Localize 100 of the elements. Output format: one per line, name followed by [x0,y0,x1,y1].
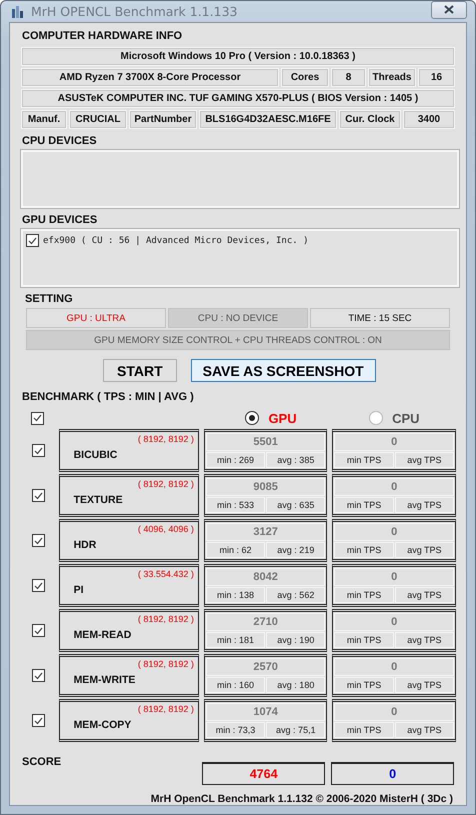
avg-value: avg : 635 [266,497,326,513]
section-title: BENCHMARK ( TPS : MIN | AVG ) [21,390,195,405]
info-label: Cur. Clock [339,110,401,129]
section-title: SETTING [24,292,74,307]
test-name: TEXTURE [72,494,123,506]
score-value: 0 [334,523,454,541]
test-size: ( 8192, 8192 ) [138,659,194,669]
device-label[interactable]: efx900 ( CU : 56 | Advanced Micro Devices, Inc. ) [43,236,309,246]
score-value: 8042 [206,568,326,586]
min-value: min TPS [334,587,394,603]
start-button[interactable]: START [103,359,177,382]
screenshot-button[interactable]: SAVE AS SCREENSHOT [190,359,376,382]
score-value: 0 [334,478,454,496]
test-size: ( 8192, 8192 ) [138,479,194,489]
checkbox[interactable] [26,234,39,247]
min-value: min : 62 [206,542,266,558]
close-icon [444,5,454,14]
test-name: BICUBIC [72,448,118,460]
min-value: min TPS [334,722,394,738]
radio-label[interactable]: CPU [392,410,420,426]
avg-value: avg TPS [394,632,454,648]
checkbox[interactable] [32,534,45,547]
avg-value: avg TPS [394,497,454,513]
avg-value: avg : 75,1 [266,722,326,738]
app-icon [11,4,25,18]
score-value: 0 [334,433,454,451]
checkbox[interactable] [32,669,45,682]
setting-cell: CPU : NO DEVICE [168,308,308,328]
test-size: ( 4096, 4096 ) [138,524,194,534]
test-name: MEM-READ [72,628,132,640]
test-size: ( 8192, 8192 ) [138,614,194,624]
min-value: min TPS [334,497,394,513]
score-value: 0 [334,658,454,676]
checkbox[interactable] [32,714,45,727]
avg-value: avg TPS [394,677,454,693]
info-label: Cores [281,68,329,87]
min-value: min TPS [334,542,394,558]
footer-text: MrH OpenCL Benchmark 1.1.132 © 2006-2020 MisterH ( 3Dc ) [150,792,454,805]
checkbox[interactable] [32,489,45,502]
score-value: 3127 [206,523,326,541]
section-title: SCORE [21,755,62,768]
min-value: min TPS [334,452,394,468]
info-label: PartNumber [129,110,197,129]
info-value: CRUCIAL [69,110,127,129]
avg-value: avg TPS [394,587,454,603]
info-value: BLS16G4D32AESC.M16FE [199,110,337,129]
section-title: CPU DEVICES [21,134,98,149]
min-value: min : 160 [206,677,266,693]
gpu-score: 4764 [202,762,326,785]
info-value: 8 [331,68,366,87]
cpu-score: 0 [331,762,454,785]
score-value: 0 [334,568,454,586]
min-value: min TPS [334,632,394,648]
processor-name: AMD Ryzen 7 3700X 8-Core Processor [21,68,279,87]
avg-value: avg : 562 [266,587,326,603]
radio-button[interactable] [245,411,260,425]
min-value: min TPS [334,677,394,693]
min-value: min : 269 [206,452,266,468]
checkbox[interactable] [32,579,45,592]
os-info: Microsoft Windows 10 Pro ( Version : 10.0.18363 ) [21,47,455,66]
motherboard-info: ASUSTeK COMPUTER INC. TUF GAMING X570-PLUS ( BIOS Version : 1405 ) [21,89,455,108]
avg-value: avg TPS [394,452,454,468]
score-value: 1074 [206,703,326,721]
info-label: Manuf. [21,110,67,129]
test-name: MEM-COPY [72,718,132,730]
score-value: 2710 [206,613,326,631]
score-value: 9085 [206,478,326,496]
test-name: MEM-WRITE [72,674,136,686]
avg-value: avg : 180 [266,677,326,693]
checkbox[interactable] [32,444,45,457]
min-value: min : 533 [206,497,266,513]
setting-cell: TIME : 15 SEC [310,308,450,328]
score-value: 0 [334,613,454,631]
avg-value: avg TPS [394,722,454,738]
radio-button[interactable] [369,411,384,425]
avg-value: avg : 219 [266,542,326,558]
min-value: min : 181 [206,632,266,648]
score-value: 2570 [206,658,326,676]
section-title: GPU DEVICES [21,213,98,228]
setting-cell: GPU : ULTRA [26,308,166,328]
score-value: 5501 [206,433,326,451]
close-button[interactable] [431,0,467,18]
avg-value: avg : 190 [266,632,326,648]
window-title: MrH OPENCL Benchmark 1.1.133 [31,4,238,19]
info-label: Threads [368,68,416,87]
min-value: min : 138 [206,587,266,603]
info-value: 3400 [403,110,455,129]
test-name: PI [72,584,84,596]
checkbox[interactable] [31,412,44,424]
test-size: ( 8192, 8192 ) [138,434,194,444]
avg-value: avg : 385 [266,452,326,468]
min-value: min : 73,3 [206,722,266,738]
info-value: 16 [418,68,455,87]
test-name: HDR [72,538,96,550]
checkbox[interactable] [32,624,45,637]
section-title: COMPUTER HARDWARE INFO [21,29,184,44]
score-value: 0 [334,703,454,721]
test-size: ( 8192, 8192 ) [138,704,194,714]
avg-value: avg TPS [394,542,454,558]
test-size: ( 33.554.432 ) [138,569,194,579]
